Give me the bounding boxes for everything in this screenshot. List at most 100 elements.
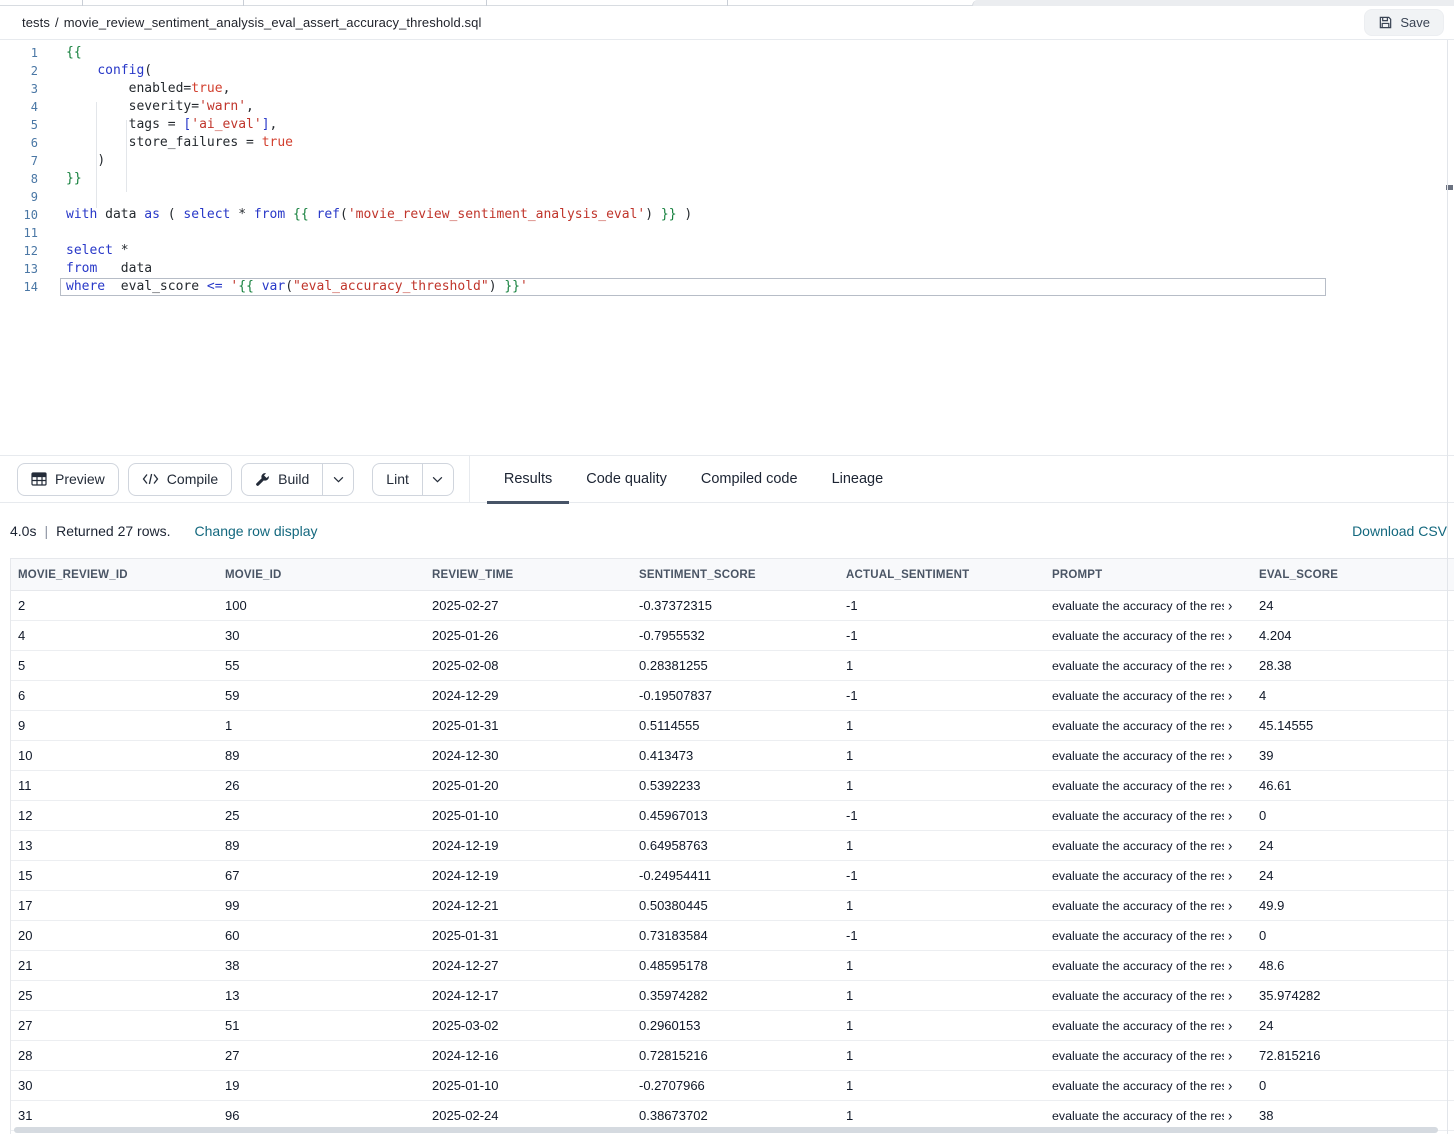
eval-score-cell: 24 bbox=[1252, 1011, 1454, 1040]
expand-cell-chevron-icon[interactable]: › bbox=[1228, 1017, 1232, 1034]
build-button[interactable]: Build bbox=[242, 471, 322, 487]
table-cell: 10 bbox=[11, 741, 218, 770]
tab-compiled-code[interactable]: Compiled code bbox=[684, 455, 815, 503]
table-cell: 0.413473 bbox=[632, 741, 839, 770]
build-dropdown-button[interactable] bbox=[322, 463, 353, 496]
build-split-button: Build bbox=[241, 463, 354, 496]
horizontal-scrollbar-thumb[interactable] bbox=[14, 1127, 1438, 1133]
change-row-display-link[interactable]: Change row display bbox=[195, 523, 318, 539]
code-line[interactable]: 12select * bbox=[0, 242, 1454, 260]
minimap[interactable] bbox=[1330, 49, 1422, 77]
code-line[interactable]: 4 severity='warn', bbox=[0, 98, 1454, 116]
prompt-cell[interactable]: evaluate the accuracy of the res…› bbox=[1045, 651, 1252, 680]
prompt-text: evaluate the accuracy of the res… bbox=[1052, 899, 1224, 913]
save-button[interactable]: Save bbox=[1364, 9, 1444, 36]
download-csv-link[interactable]: Download CSV bbox=[1352, 523, 1448, 539]
expand-cell-chevron-icon[interactable]: › bbox=[1228, 777, 1232, 794]
prompt-cell[interactable]: evaluate the accuracy of the res…› bbox=[1045, 981, 1252, 1010]
column-header[interactable]: REVIEW_TIME bbox=[425, 559, 632, 590]
tab-label: Lineage bbox=[832, 471, 884, 487]
prompt-cell[interactable]: evaluate the accuracy of the res…› bbox=[1045, 951, 1252, 980]
expand-cell-chevron-icon[interactable]: › bbox=[1228, 957, 1232, 974]
prompt-cell[interactable]: evaluate the accuracy of the res…› bbox=[1045, 1041, 1252, 1070]
expand-cell-chevron-icon[interactable]: › bbox=[1228, 897, 1232, 914]
expand-cell-chevron-icon[interactable]: › bbox=[1228, 657, 1232, 674]
tab-lineage[interactable]: Lineage bbox=[815, 455, 901, 503]
prompt-cell[interactable]: evaluate the accuracy of the res…› bbox=[1045, 1011, 1252, 1040]
tab-results[interactable]: Results bbox=[487, 455, 569, 503]
column-header[interactable]: ACTUAL_SENTIMENT bbox=[839, 559, 1045, 590]
expand-cell-chevron-icon[interactable]: › bbox=[1228, 807, 1232, 824]
code-line[interactable]: 10with data as ( select * from {{ ref('m… bbox=[0, 206, 1454, 224]
code-line[interactable]: 3 enabled=true, bbox=[0, 80, 1454, 98]
expand-cell-chevron-icon[interactable]: › bbox=[1228, 597, 1232, 614]
table-cell: 1 bbox=[839, 651, 1045, 680]
table-cell: -1 bbox=[839, 591, 1045, 620]
table-cell: 60 bbox=[218, 921, 425, 950]
prompt-cell[interactable]: evaluate the accuracy of the res…› bbox=[1045, 1101, 1252, 1130]
line-number: 13 bbox=[0, 260, 40, 278]
code-editor[interactable]: 1{{2 config(3 enabled=true,4 severity='w… bbox=[0, 40, 1454, 455]
table-cell: 2024-12-19 bbox=[425, 861, 632, 890]
expand-cell-chevron-icon[interactable]: › bbox=[1228, 1107, 1232, 1124]
code-text: enabled=true, bbox=[40, 80, 230, 98]
code-line[interactable]: 7 ) bbox=[0, 152, 1454, 170]
prompt-text: evaluate the accuracy of the res… bbox=[1052, 749, 1224, 763]
prompt-cell[interactable]: evaluate the accuracy of the res…› bbox=[1045, 861, 1252, 890]
prompt-cell[interactable]: evaluate the accuracy of the res…› bbox=[1045, 1071, 1252, 1100]
code-line[interactable]: 6 store_failures = true bbox=[0, 134, 1454, 152]
prompt-cell[interactable]: evaluate the accuracy of the res…› bbox=[1045, 621, 1252, 650]
table-cell: 2025-01-31 bbox=[425, 711, 632, 740]
expand-cell-chevron-icon[interactable]: › bbox=[1228, 1047, 1232, 1064]
breadcrumb-folder[interactable]: tests bbox=[22, 15, 50, 30]
code-line[interactable]: 14where eval_score <= '{{ var("eval_accu… bbox=[0, 278, 1454, 296]
lint-dropdown-button[interactable] bbox=[422, 463, 453, 496]
table-row: 6592024-12-29-0.19507837-1evaluate the a… bbox=[11, 681, 1454, 711]
table-cell: 0.2960153 bbox=[632, 1011, 839, 1040]
expand-cell-chevron-icon[interactable]: › bbox=[1228, 687, 1232, 704]
expand-cell-chevron-icon[interactable]: › bbox=[1228, 747, 1232, 764]
file-tab-strip bbox=[0, 0, 1454, 6]
code-line[interactable]: 9 bbox=[0, 188, 1454, 206]
table-cell: 2025-01-10 bbox=[425, 1071, 632, 1100]
preview-button[interactable]: Preview bbox=[17, 463, 119, 496]
indent-guide bbox=[96, 102, 97, 208]
code-line[interactable]: 8}} bbox=[0, 170, 1454, 188]
expand-cell-chevron-icon[interactable]: › bbox=[1228, 1077, 1232, 1094]
minimap-line bbox=[1330, 75, 1422, 77]
column-header[interactable]: MOVIE_REVIEW_ID bbox=[11, 559, 218, 590]
table-cell: 11 bbox=[11, 771, 218, 800]
lint-button[interactable]: Lint bbox=[373, 471, 422, 487]
code-line[interactable]: 11 bbox=[0, 224, 1454, 242]
expand-cell-chevron-icon[interactable]: › bbox=[1228, 987, 1232, 1004]
code-line[interactable]: 1{{ bbox=[0, 44, 1454, 62]
prompt-cell[interactable]: evaluate the accuracy of the res…› bbox=[1045, 921, 1252, 950]
tab-code-quality[interactable]: Code quality bbox=[569, 455, 684, 503]
prompt-cell[interactable]: evaluate the accuracy of the res…› bbox=[1045, 831, 1252, 860]
prompt-cell[interactable]: evaluate the accuracy of the res…› bbox=[1045, 801, 1252, 830]
column-header[interactable]: MOVIE_ID bbox=[218, 559, 425, 590]
prompt-cell[interactable]: evaluate the accuracy of the res… › bbox=[1045, 591, 1252, 620]
table-cell: -1 bbox=[839, 921, 1045, 950]
prompt-cell[interactable]: evaluate the accuracy of the res… › bbox=[1045, 891, 1252, 920]
table-cell: 1 bbox=[839, 951, 1045, 980]
expand-cell-chevron-icon[interactable]: › bbox=[1228, 837, 1232, 854]
compile-button[interactable]: Compile bbox=[128, 463, 232, 496]
prompt-cell[interactable]: evaluate the accuracy of the res… › bbox=[1045, 741, 1252, 770]
code-line[interactable]: 2 config( bbox=[0, 62, 1454, 80]
table-cell: 67 bbox=[218, 861, 425, 890]
expand-cell-chevron-icon[interactable]: › bbox=[1228, 867, 1232, 884]
code-line[interactable]: 13from data bbox=[0, 260, 1454, 278]
prompt-cell[interactable]: evaluate the accuracy of the res…› bbox=[1045, 771, 1252, 800]
prompt-cell[interactable]: evaluate the accuracy of the res…› bbox=[1045, 681, 1252, 710]
expand-cell-chevron-icon[interactable]: › bbox=[1228, 717, 1232, 734]
expand-cell-chevron-icon[interactable]: › bbox=[1228, 627, 1232, 644]
prompt-cell[interactable]: evaluate the accuracy of the res…› bbox=[1045, 711, 1252, 740]
expand-cell-chevron-icon[interactable]: › bbox=[1228, 927, 1232, 944]
code-line[interactable]: 5 tags = ['ai_eval'], bbox=[0, 116, 1454, 134]
column-header[interactable]: SENTIMENT_SCORE bbox=[632, 559, 839, 590]
prompt-text: evaluate the accuracy of the res… bbox=[1052, 599, 1224, 613]
table-cell: 31 bbox=[11, 1101, 218, 1130]
column-header[interactable]: EVAL_SCORE bbox=[1252, 559, 1454, 590]
column-header[interactable]: PROMPT bbox=[1045, 559, 1252, 590]
